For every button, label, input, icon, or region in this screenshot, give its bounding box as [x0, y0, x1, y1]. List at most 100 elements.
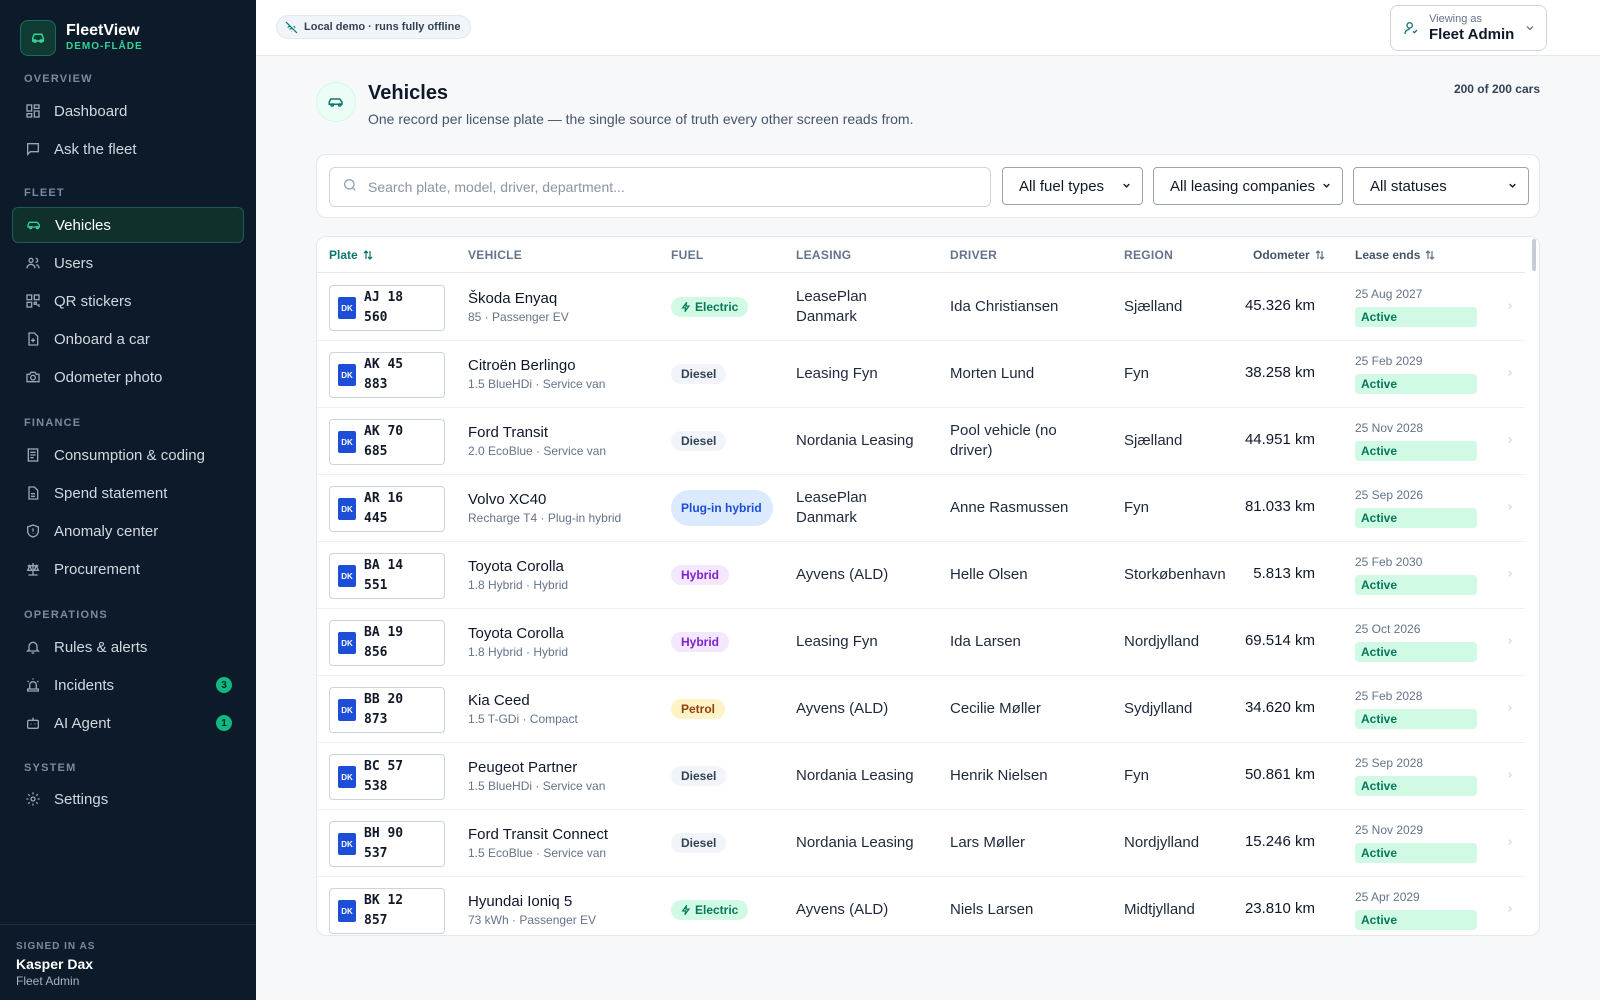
vehicle-model: Toyota Corolla	[468, 625, 564, 642]
table-row[interactable]: DK BK 12 857 Hyundai Ioniq 5 73 kWh · Passe…	[317, 877, 1525, 935]
nav-section-finance: FINANCE	[24, 417, 82, 429]
nav-item-label: Anomaly center	[54, 522, 159, 540]
leasing-company: Nordania Leasing	[796, 432, 914, 449]
car-icon	[25, 216, 43, 234]
plate-country-code: DK	[338, 297, 356, 319]
nav-item-onboard-a-car[interactable]: Onboard a car	[12, 321, 244, 357]
driver-name: Morten Lund	[950, 365, 1035, 382]
table-row[interactable]: DK BA 19 856 Toyota Corolla 1.8 Hybrid · Hy…	[317, 609, 1525, 676]
vehicle-model: Peugeot Partner	[468, 759, 578, 776]
vehicle-model: Citroën Berlingo	[468, 357, 576, 374]
lease-end-date: 25 Sep 2028	[1355, 756, 1424, 770]
table-scrollbar[interactable]	[1532, 239, 1536, 271]
nav-item-spend-statement[interactable]: Spend statement	[12, 475, 244, 511]
nav-item-odometer-photo[interactable]: Odometer photo	[12, 359, 244, 395]
leasing-company-select-value: All leasing companies	[1170, 177, 1316, 195]
search-input[interactable]	[368, 179, 968, 195]
bolt-icon	[681, 905, 691, 915]
table-row[interactable]: DK AK 70 685 Ford Transit 2.0 EcoBlue · Ser…	[317, 408, 1525, 475]
nav-item-ask-the-fleet[interactable]: Ask the fleet	[12, 131, 244, 167]
nav-item-anomaly-center[interactable]: Anomaly center	[12, 513, 244, 549]
plate-country-code: DK	[338, 565, 356, 587]
sort-icon	[362, 249, 374, 261]
fuel-badge: Electric	[671, 900, 749, 920]
nav-item-consumption-coding[interactable]: Consumption & coding	[12, 437, 244, 473]
nav-item-users[interactable]: Users	[12, 245, 244, 281]
bolt-icon	[681, 302, 691, 312]
chevron-right-icon[interactable]	[1505, 568, 1515, 580]
nav-item-dashboard[interactable]: Dashboard	[12, 93, 244, 129]
odometer-value: 69.514 km	[1244, 632, 1315, 649]
chevron-right-icon[interactable]	[1505, 501, 1515, 513]
viewing-as-label: Viewing as	[1429, 12, 1482, 25]
odometer-value: 50.861 km	[1244, 766, 1315, 783]
bell-icon	[24, 638, 42, 656]
plate-number: BB 20 873	[364, 692, 404, 727]
table-row[interactable]: DK AR 16 445 Volvo XC40 Recharge T4 · Plug-…	[317, 475, 1525, 542]
nav-item-qr-stickers[interactable]: QR stickers	[12, 283, 244, 319]
leasing-company-select[interactable]: All leasing companies	[1153, 167, 1343, 205]
chevron-right-icon[interactable]	[1505, 367, 1515, 379]
vehicle-spec: 85 · Passenger EV	[468, 310, 569, 324]
table-row[interactable]: DK AK 45 883 Citroën Berlingo 1.5 BlueHDi ·…	[317, 341, 1525, 408]
fuel-badge-label: Petrol	[681, 702, 716, 716]
plate-country-code: DK	[338, 431, 356, 453]
chevron-right-icon[interactable]	[1505, 769, 1515, 781]
column-header-fuel: FUEL	[671, 248, 704, 262]
chevron-right-icon[interactable]	[1505, 434, 1515, 446]
lease-end-date: 25 Aug 2027	[1355, 287, 1423, 301]
table-row[interactable]: DK BC 57 538 Peugeot Partner 1.5 BlueHDi · …	[317, 743, 1525, 810]
status-badge: Active	[1355, 374, 1477, 394]
plate-country-code: DK	[338, 833, 356, 855]
vehicle-cell: Toyota Corolla 1.8 Hybrid · Hybrid	[468, 558, 568, 593]
driver-name: Lars Møller	[950, 834, 1026, 851]
chevron-right-icon[interactable]	[1505, 635, 1515, 647]
nav-item-settings[interactable]: Settings	[12, 781, 244, 817]
ai-agent-count-badge: 1	[216, 715, 232, 731]
nav-item-rules-alerts[interactable]: Rules & alerts	[12, 629, 244, 665]
nav-section-operations: OPERATIONS	[24, 609, 108, 621]
table-row[interactable]: DK BA 14 551 Toyota Corolla 1.8 Hybrid · Hy…	[317, 542, 1525, 609]
fuel-badge: Diesel	[671, 766, 727, 786]
vehicle-spec: Recharge T4 · Plug-in hybrid	[468, 511, 622, 525]
plate-number: BH 90 537	[364, 826, 404, 861]
fuel-type-select[interactable]: All fuel types	[1002, 167, 1143, 205]
siren-icon	[24, 676, 42, 694]
nav-item-incidents[interactable]: Incidents 3	[12, 667, 244, 703]
search-field[interactable]	[329, 167, 991, 207]
vehicle-spec: 2.0 EcoBlue · Service van	[468, 444, 607, 458]
nav-item-ai-agent[interactable]: AI Agent 1	[12, 705, 244, 741]
table-row[interactable]: DK BH 90 537 Ford Transit Connect 1.5 EcoBl…	[317, 810, 1525, 877]
brand[interactable]: FleetView DEMO-FLÅDE	[20, 20, 143, 56]
sort-icon	[1314, 249, 1326, 261]
scale-icon	[24, 560, 42, 578]
offline-status-chip: Local demo · runs fully offline	[276, 15, 472, 39]
column-label: Lease ends	[1355, 248, 1421, 262]
status-select[interactable]: All statuses	[1353, 167, 1529, 205]
chevron-right-icon[interactable]	[1505, 702, 1515, 714]
column-header-lease-ends[interactable]: Lease ends	[1355, 248, 1436, 262]
chevron-right-icon[interactable]	[1505, 300, 1515, 312]
fuel-badge: Hybrid	[671, 565, 730, 585]
chevron-right-icon[interactable]	[1505, 903, 1515, 915]
chevron-right-icon[interactable]	[1505, 836, 1515, 848]
vehicle-cell: Škoda Enyaq 85 · Passenger EV	[468, 290, 569, 325]
vehicle-cell: Ford Transit Connect 1.5 EcoBlue · Servic…	[468, 826, 608, 861]
nav-item-label: Users	[54, 254, 94, 272]
leasing-company: Ayvens (ALD)	[796, 901, 889, 918]
column-header-plate[interactable]: Plate	[329, 248, 374, 262]
nav-item-vehicles[interactable]: Vehicles	[12, 207, 244, 243]
users-icon	[24, 254, 42, 272]
fuel-badge-label: Electric	[695, 300, 739, 314]
fuel-badge: Hybrid	[671, 632, 730, 652]
column-header-odometer[interactable]: Odometer	[1253, 248, 1326, 262]
viewing-as-selector[interactable]: Viewing as Fleet Admin	[1390, 5, 1547, 51]
status-badge: Active	[1355, 307, 1477, 327]
nav-item-procurement[interactable]: Procurement	[12, 551, 244, 587]
shield-icon	[24, 522, 42, 540]
table-row[interactable]: DK AJ 18 560 Škoda Enyaq 85 · Passenger EV E…	[317, 274, 1525, 341]
status-badge: Active	[1355, 441, 1477, 461]
signed-in-label: SIGNED IN AS	[16, 941, 96, 952]
table-row[interactable]: DK BB 20 873 Kia Ceed 1.5 T-GDi · Compact Pe…	[317, 676, 1525, 743]
plate-number: AK 45 883	[364, 357, 404, 392]
